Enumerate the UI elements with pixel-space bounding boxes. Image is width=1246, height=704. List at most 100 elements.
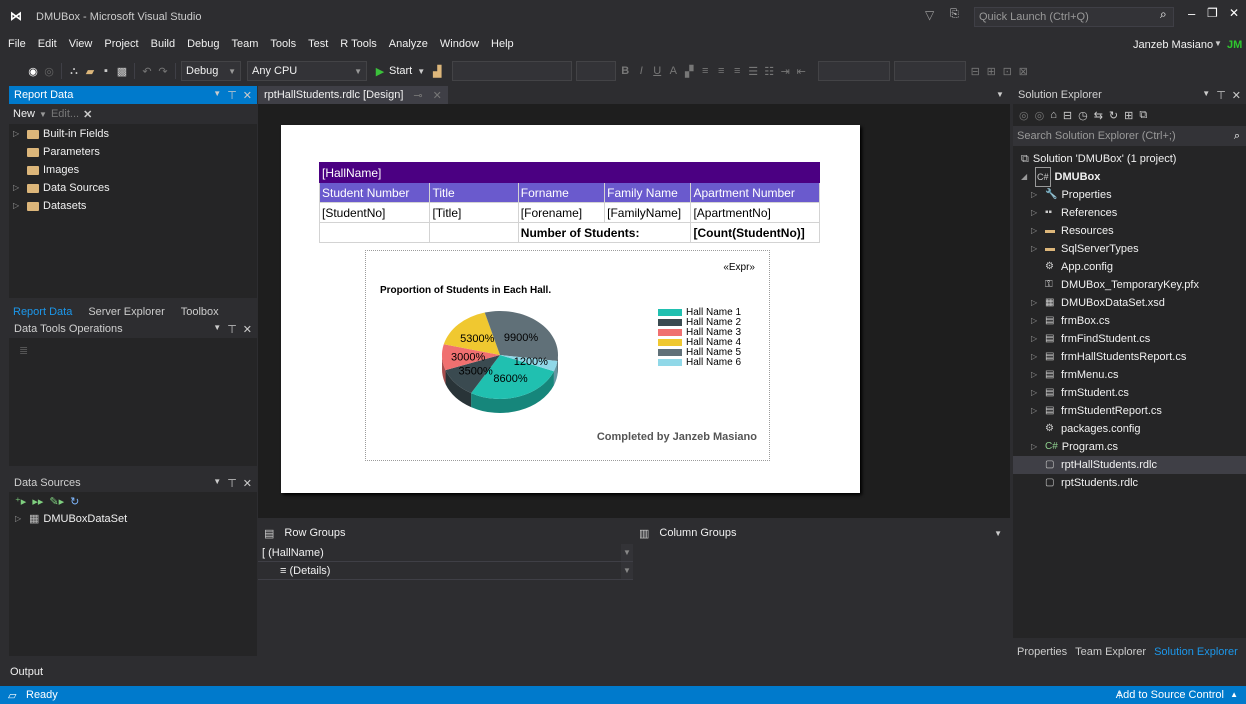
tree-item-sqlservertypes[interactable]: ▷ ▬ SqlServerTypes [1021, 240, 1246, 258]
group-row-details[interactable]: ≡ (Details) ▼ [258, 562, 633, 580]
indent-icon[interactable]: ⇥ [778, 63, 792, 79]
chevron-down-icon[interactable]: ▼ [1202, 89, 1210, 102]
close-icon[interactable]: ✕ [243, 477, 252, 490]
back-icon[interactable]: ◉ [26, 63, 40, 79]
tree-item-solution[interactable]: ⧉ Solution 'DMUBox' (1 project) [1021, 150, 1246, 168]
total-row[interactable]: Number of Students: [Count(StudentNo)] [318, 222, 820, 243]
tree-item-dmubox-temporarykey-pfx[interactable]: ⚿ DMUBox_TemporaryKey.pfx [1021, 276, 1246, 294]
border-icon[interactable]: ⊟ [968, 63, 982, 79]
delete-icon[interactable]: ✕ [83, 108, 92, 121]
chevron-down-icon[interactable]: ▼ [414, 63, 428, 79]
filter-icon[interactable]: ▽ [925, 8, 934, 22]
border-color-icon[interactable]: ⊞ [984, 63, 998, 79]
expand-icon[interactable]: ▷ [1031, 240, 1041, 258]
tab-server-explorer[interactable]: Server Explorer [88, 306, 164, 318]
expand-icon[interactable]: ▷ [1031, 348, 1041, 366]
search-icon[interactable]: ⌕ [1234, 130, 1240, 143]
tree-item-packages-config[interactable]: ⚙ packages.config [1021, 420, 1246, 438]
chevron-down-icon[interactable]: ▼ [621, 562, 633, 579]
font-size-select[interactable] [576, 61, 617, 81]
tree-item-rptstudents-rdlc[interactable]: ▢ rptStudents.rdlc [1021, 474, 1246, 492]
refresh-icon[interactable]: ↻ [1109, 109, 1118, 122]
expand-icon[interactable]: ▷ [15, 510, 25, 528]
split-icon[interactable]: ⊠ [1016, 63, 1030, 79]
tree-item-parameters[interactable]: Parameters [13, 143, 257, 161]
chart-title[interactable]: Proportion of Students in Each Hall. [380, 285, 551, 296]
menu-item-team[interactable]: Team [232, 38, 259, 50]
chevron-down-icon[interactable]: ▼ [213, 89, 221, 102]
column-header-cell[interactable]: Apartment Number [690, 182, 820, 203]
align-left-icon[interactable]: ≡ [698, 63, 712, 79]
column-header-cell[interactable]: Student Number [318, 182, 431, 203]
tab-toolbox[interactable]: Toolbox [181, 306, 219, 318]
close-icon[interactable]: ✕ [433, 89, 442, 102]
tree-item-images[interactable]: Images [13, 161, 257, 179]
tab-output[interactable]: Output [10, 666, 43, 678]
sync-icon[interactable]: ⇆ [1094, 109, 1103, 122]
tree-item-data-sources[interactable]: ▷ Data Sources [13, 179, 257, 197]
pin-icon[interactable]: ⊤ [1216, 89, 1226, 102]
data-tools-header[interactable]: Data Tools Operations ▼ ⊤ ✕ [9, 320, 257, 338]
outdent-icon[interactable]: ⇤ [794, 63, 808, 79]
back-icon[interactable]: ◎ [1019, 109, 1029, 122]
tree-item-frmhallstudentsreport-cs[interactable]: ▷ ▤ frmHallStudentsReport.cs [1021, 348, 1246, 366]
forward-icon[interactable]: ◎ [42, 63, 56, 79]
solution-search-input[interactable]: Search Solution Explorer (Ctrl+;) ⌕ [1013, 126, 1246, 146]
detail-cell[interactable]: [ApartmentNo] [690, 202, 820, 223]
expand-icon[interactable]: ▷ [1031, 294, 1041, 312]
chevron-down-icon[interactable]: ▼ [213, 477, 221, 490]
start-button[interactable]: Start [389, 65, 412, 77]
underline-icon[interactable]: U [650, 63, 664, 79]
close-icon[interactable]: ✕ [243, 89, 252, 102]
collapse-icon[interactable]: ◢ [1021, 168, 1031, 186]
edit-dataset-icon[interactable]: ▸▸ [32, 495, 43, 508]
switch-views-icon[interactable]: ⊟ [1063, 109, 1072, 122]
background-color-icon[interactable]: ▞ [682, 63, 696, 79]
empty-cell[interactable] [318, 222, 431, 243]
font-color-icon[interactable]: A [666, 63, 680, 79]
save-icon[interactable]: ▪ [99, 63, 113, 79]
tab-properties[interactable]: Properties [1017, 646, 1067, 658]
chevron-down-icon[interactable]: ▼ [213, 323, 221, 336]
close-icon[interactable]: ✕ [243, 323, 252, 336]
total-value-cell[interactable]: [Count(StudentNo)] [690, 222, 820, 243]
column-header-cell[interactable]: Forname [517, 182, 606, 203]
pending-changes-icon[interactable]: ◷ [1078, 109, 1088, 122]
detail-cell[interactable]: [Title] [429, 202, 519, 223]
merge-icon[interactable]: ⊡ [1000, 63, 1014, 79]
pin-icon[interactable]: ⊤ [227, 89, 237, 102]
border-style-select[interactable] [818, 61, 891, 81]
search-icon[interactable]: ⌕ [1160, 7, 1167, 22]
menu-item-help[interactable]: Help [491, 38, 514, 50]
chevron-down-icon[interactable]: ▼ [996, 90, 1004, 99]
restore-icon[interactable]: ❐ [1207, 6, 1218, 20]
collapse-all-icon[interactable]: ⊞ [1124, 109, 1133, 122]
tree-item-properties[interactable]: ▷ 🔧 Properties [1021, 186, 1246, 204]
add-data-source-icon[interactable]: ⁺▸ [15, 495, 26, 508]
tab-solution-explorer[interactable]: Solution Explorer [1154, 646, 1238, 658]
tree-item-frmstudentreport-cs[interactable]: ▷ ▤ frmStudentReport.cs [1021, 402, 1246, 420]
tree-item-app-config[interactable]: ⚙ App.config [1021, 258, 1246, 276]
tree-item-references[interactable]: ▷ ▪▪ References [1021, 204, 1246, 222]
start-icon[interactable]: ▶ [373, 63, 387, 79]
empty-cell[interactable] [429, 222, 519, 243]
minimize-icon[interactable]: – [1188, 6, 1195, 21]
tree-item-frmmenu-cs[interactable]: ▷ ▤ frmMenu.cs [1021, 366, 1246, 384]
forward-icon[interactable]: ◎ [1035, 109, 1045, 122]
expand-icon[interactable]: ▷ [1031, 330, 1041, 348]
refresh-icon[interactable]: ↻ [70, 495, 79, 508]
attach-icon[interactable]: ▟ [430, 63, 444, 79]
tree-item-frmfindstudent-cs[interactable]: ▷ ▤ frmFindStudent.cs [1021, 330, 1246, 348]
chevron-down-icon[interactable]: ▼ [1214, 39, 1222, 48]
menu-item-window[interactable]: Window [440, 38, 479, 50]
group-header-row[interactable]: [HallName] [319, 162, 820, 183]
tab-team-explorer[interactable]: Team Explorer [1075, 646, 1146, 658]
group-header-cell[interactable]: [HallName] [319, 162, 820, 183]
pin-icon[interactable]: ⊸ [413, 89, 422, 102]
solution-explorer-header[interactable]: Solution Explorer ▼ ⊤ ✕ [1013, 86, 1246, 104]
report-data-header[interactable]: Report Data ▼ ⊤ ✕ [9, 86, 257, 104]
quick-launch-input[interactable]: Quick Launch (Ctrl+Q) [974, 7, 1174, 27]
close-icon[interactable]: ✕ [1229, 6, 1239, 20]
report-footer[interactable]: Completed by Janzeb Masiano [597, 431, 757, 443]
tab-report-data[interactable]: Report Data [13, 306, 72, 318]
